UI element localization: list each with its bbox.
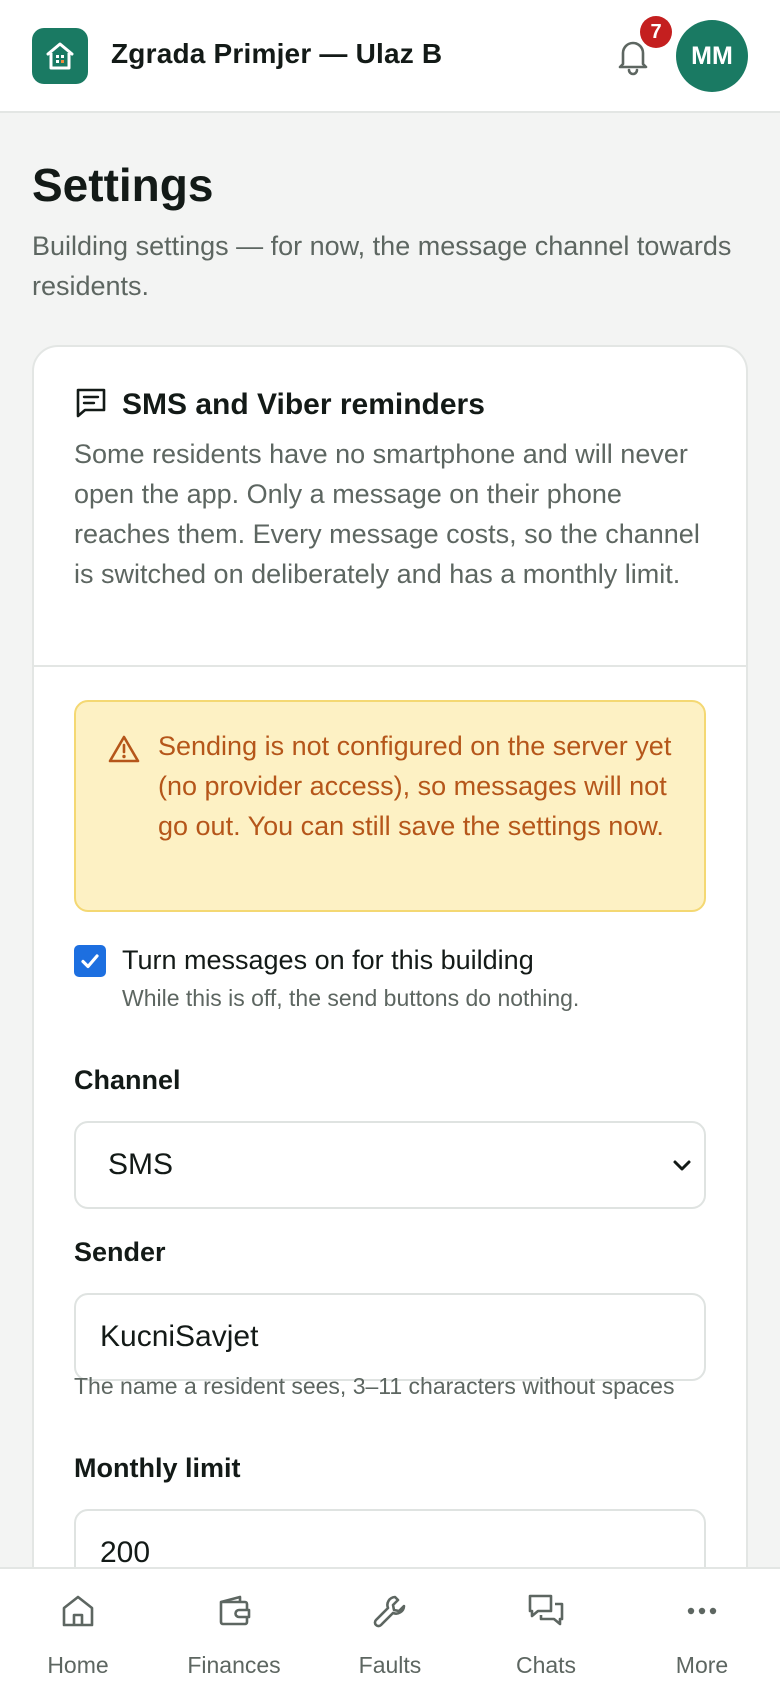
enable-messages-checkbox[interactable] xyxy=(74,945,106,977)
home-icon xyxy=(56,1589,100,1633)
bottom-nav: Home Finances Faults Chats More xyxy=(0,1567,780,1688)
warning-icon xyxy=(108,734,140,769)
channel-value: SMS xyxy=(108,1148,174,1181)
sender-input[interactable]: KucniSavjet xyxy=(74,1293,706,1381)
nav-label-home: Home xyxy=(47,1652,109,1678)
nav-item-home[interactable]: Home xyxy=(0,1569,156,1688)
warning-text: Sending is not configured on the server … xyxy=(158,731,672,841)
message-icon xyxy=(74,385,108,424)
card-header: SMS and Viber reminders Some residents h… xyxy=(74,385,714,594)
card-title: SMS and Viber reminders xyxy=(122,387,485,421)
page-subtitle: Building settings — for now, the message… xyxy=(32,231,732,301)
warning-banner: Sending is not configured on the server … xyxy=(74,700,706,912)
card-title-row: SMS and Viber reminders xyxy=(74,385,714,424)
chat-icon xyxy=(524,1589,568,1633)
nav-item-finances[interactable]: Finances xyxy=(156,1569,312,1688)
enable-messages-help: While this is off, the send buttons do n… xyxy=(122,985,580,1011)
house-icon[interactable] xyxy=(32,28,88,84)
sender-label: Sender xyxy=(74,1237,166,1267)
nav-label-chats: Chats xyxy=(515,1652,577,1678)
monthly-limit-label: Monthly limit xyxy=(74,1453,241,1483)
card-description: Some residents have no smartphone and wi… xyxy=(74,439,700,589)
wallet-icon xyxy=(212,1589,256,1633)
building-name[interactable]: Zgrada Primjer — Ulaz B xyxy=(111,38,442,70)
sender-help: The name a resident sees, 3–11 character… xyxy=(74,1373,675,1399)
sender-value: KucniSavjet xyxy=(100,1320,259,1353)
channel-label: Channel xyxy=(74,1065,181,1095)
nav-item-more[interactable]: More xyxy=(624,1569,780,1688)
notification-badge: 7 xyxy=(640,16,672,48)
top-bar: Zgrada Primjer — Ulaz B 7 MM xyxy=(0,0,780,113)
nav-label-finances: Finances xyxy=(187,1652,281,1678)
nav-label-more: More xyxy=(675,1652,729,1678)
chevron-down-icon xyxy=(670,1155,694,1180)
nav-label-faults: Faults xyxy=(358,1652,422,1678)
sms-viber-card: SMS and Viber reminders Some residents h… xyxy=(32,345,748,1688)
channel-select[interactable]: SMS xyxy=(74,1121,706,1209)
wrench-icon xyxy=(368,1589,412,1633)
monthly-limit-value: 200 xyxy=(100,1536,151,1569)
enable-messages-label[interactable]: Turn messages on for this building xyxy=(122,945,534,976)
avatar[interactable]: MM xyxy=(676,20,748,92)
nav-item-chats[interactable]: Chats xyxy=(468,1569,624,1688)
nav-item-faults[interactable]: Faults xyxy=(312,1569,468,1688)
more-icon xyxy=(680,1589,724,1633)
card-divider xyxy=(34,665,746,667)
page-title: Settings xyxy=(32,159,214,211)
